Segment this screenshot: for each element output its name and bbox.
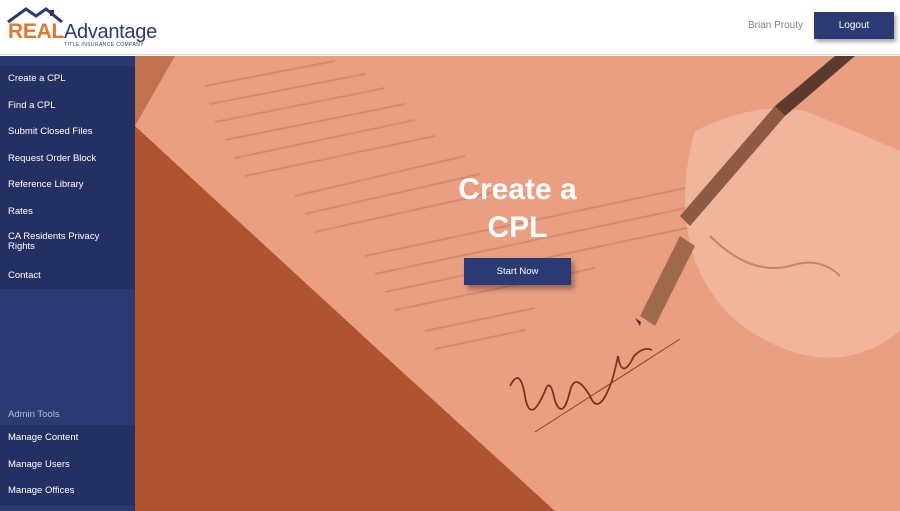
sidebar-nav: Create a CPL Find a CPL Submit Closed Fi…	[0, 56, 135, 511]
sidebar-top-strip	[0, 56, 135, 66]
sidebar-item-submit-closed-files[interactable]: Submit Closed Files	[0, 119, 135, 146]
sidebar-item-create-cpl[interactable]: Create a CPL	[0, 66, 135, 93]
brand-logo[interactable]: REALAdvantage TITLE INSURANCE COMPANY	[6, 6, 157, 50]
main-nav-group: Create a CPL Find a CPL Submit Closed Fi…	[0, 66, 135, 290]
logo-wordmark: REALAdvantage	[8, 20, 157, 44]
user-name: Brian Prouty	[748, 20, 804, 31]
start-now-button[interactable]: Start Now	[464, 258, 571, 285]
logout-button[interactable]: Logout	[814, 12, 894, 39]
app-window: REALAdvantage TITLE INSURANCE COMPANY Br…	[0, 0, 900, 511]
sidebar-item-request-order-block[interactable]: Request Order Block	[0, 146, 135, 173]
hero-title: Create a CPL	[458, 173, 577, 244]
sidebar-item-manage-offices[interactable]: Manage Offices	[0, 478, 135, 505]
logo-tagline: TITLE INSURANCE COMPANY	[64, 42, 144, 48]
sidebar-item-ca-privacy-rights[interactable]: CA Residents Privacy Rights	[0, 226, 135, 263]
logo-advantage-text: Advantage	[63, 21, 157, 43]
admin-tools-heading: Admin Tools	[8, 409, 60, 420]
hero-banner: Create a CPL Start Now	[135, 56, 900, 511]
sidebar-item-reference-library[interactable]: Reference Library	[0, 172, 135, 199]
sidebar-item-contact[interactable]: Contact	[0, 263, 135, 290]
sidebar-item-manage-content[interactable]: Manage Content	[0, 425, 135, 452]
logo-real-text: REAL	[8, 20, 64, 43]
sidebar-item-rates[interactable]: Rates	[0, 199, 135, 226]
sidebar-item-manage-users[interactable]: Manage Users	[0, 452, 135, 479]
admin-nav-group: Manage Content Manage Users Manage Offic…	[0, 425, 135, 505]
top-header: REALAdvantage TITLE INSURANCE COMPANY Br…	[0, 0, 900, 55]
sidebar-item-find-cpl[interactable]: Find a CPL	[0, 93, 135, 120]
